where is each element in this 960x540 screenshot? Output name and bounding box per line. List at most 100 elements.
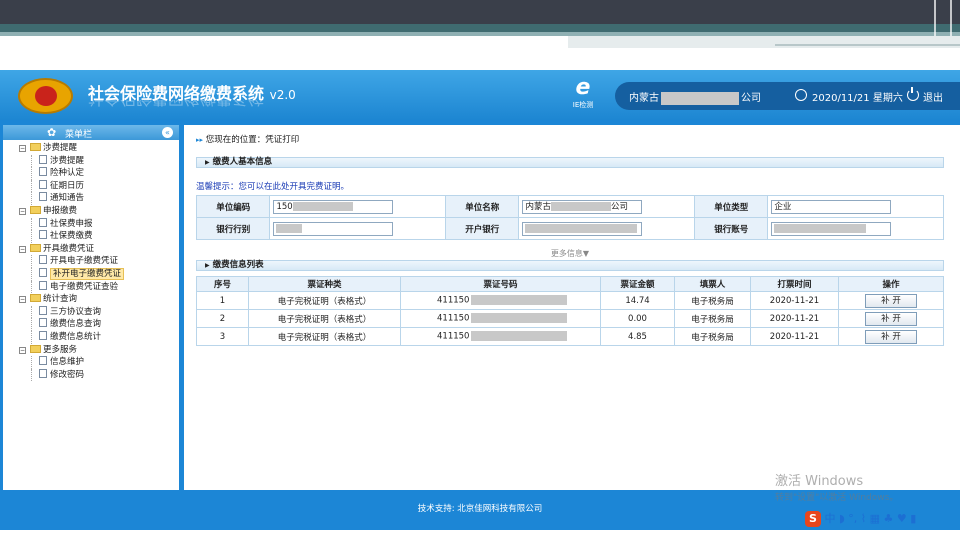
bank-account-field[interactable] [771,221,892,236]
document-icon [39,267,47,277]
menu-item[interactable]: 信息维护 [3,356,179,369]
collapse-toggle-icon[interactable]: − [19,245,26,253]
document-icon [39,167,47,177]
column-header: 操作 [838,276,944,292]
column-header: 票证种类 [248,276,401,292]
collapse-toggle-icon[interactable]: − [19,145,26,152]
sogou-ime-icon[interactable]: S [805,511,821,527]
company-name: 内蒙古 公司 [629,89,761,105]
breadcrumb: ▸▸ 您现在的位置：凭证打印 [196,133,299,145]
menu-item[interactable]: 修改密码 [3,368,179,382]
slide-teal-band [0,24,960,32]
menu-item[interactable]: 社保费缴费 [3,230,179,243]
table-row: 2 电子完税证明（表格式） 411150 0.00 电子税务局 2020-11-… [196,309,944,328]
section-title: 缴费信息列表 [212,260,264,270]
menu-item-selected[interactable]: 补开电子缴费凭证 [3,267,179,281]
ime-toolbar[interactable]: S 中 ◗ °, ⌇ ▦ ♣ ♥ ▮ [805,510,960,528]
column-header: 票证号码 [400,276,601,292]
open-bank-field[interactable] [522,221,643,236]
ie-check-button[interactable]: e IE检测 [566,76,600,116]
menu-group-statistics[interactable]: − 统计查询 [3,293,179,306]
collapse-sidebar-button[interactable]: « [162,127,173,138]
menu-group-fee-reminder[interactable]: − 涉费提醒 [3,142,179,155]
reissue-button[interactable]: 补 开 [865,311,917,326]
menu-item-label: 开具电子缴费凭证 [50,256,119,267]
folder-icon [30,294,41,303]
row-seq: 3 [196,327,249,346]
document-icon [39,356,47,366]
menu-item[interactable]: 社保费申报 [3,217,179,231]
menu-item[interactable]: 涉费提醒 [3,154,179,168]
unit-name-field[interactable]: 内蒙古 公司 [522,199,643,214]
row-action-cell: 补 开 [838,309,944,328]
menu-item[interactable]: 三方协议查询 [3,305,179,319]
logout-link[interactable]: 退出 [923,89,943,104]
payment-list-table: 序号 票证种类 票证号码 票证金额 填票人 打票时间 操作 1 电子完税证明（表 [196,276,944,346]
menu-item[interactable]: 缴费信息查询 [3,318,179,331]
sidebar-title: 菜单栏 [65,130,93,140]
triangle-icon: ▶ [205,159,210,166]
menu-item[interactable]: 通知通告 [3,192,179,205]
collapse-toggle-icon[interactable]: − [19,296,26,304]
row-action-cell: 补 开 [838,291,944,310]
document-icon [39,217,47,227]
collapse-toggle-icon[interactable]: − [19,207,26,215]
menu-item-label: 险种认定 [50,168,85,179]
row-seq: 1 [196,291,249,310]
menu-group-label: 申报缴费 [43,205,78,216]
reissue-button[interactable]: 补 开 [865,293,917,308]
sidebar: ✿ 菜单栏 « − 涉费提醒 涉费提醒 险种认定 征期日历 通知通告 − 申报缴费 … [3,125,179,490]
menu-item-label: 缴费信息统计 [50,331,102,342]
document-icon [39,255,47,265]
document-icon [39,179,47,189]
menu-item-label: 电子缴费凭证查验 [50,281,119,292]
column-header: 填票人 [674,276,751,292]
document-icon [39,330,47,340]
menu-tree: − 涉费提醒 涉费提醒 险种认定 征期日历 通知通告 − 申报缴费 社保费申报 社保… [3,140,179,382]
menu-group-more-services[interactable]: − 更多服务 [3,344,179,357]
column-header: 序号 [196,276,249,292]
more-info-toggle[interactable]: 更多信息▼ [196,248,944,259]
table-row: 1 电子完税证明（表格式） 411150 14.74 电子税务局 2020-11… [196,291,944,310]
menu-item[interactable]: 征期日历 [3,179,179,193]
redaction-mask [774,223,867,233]
folder-icon [30,344,41,353]
power-icon[interactable] [907,87,919,101]
watermark-line-1: 激活 Windows [775,474,864,489]
unit-code-label: 单位编码 [195,195,271,218]
bank-branch-field[interactable] [273,221,394,236]
unit-type-label: 单位类型 [693,195,769,218]
section-header-payment-list: ▶ 缴费信息列表 [196,260,944,271]
menu-item[interactable]: 险种认定 [3,167,179,180]
menu-item[interactable]: 电子缴费凭证查验 [3,280,179,294]
row-number: 411150 [400,291,601,310]
company-prefix: 内蒙古 [629,93,659,104]
unit-name-suffix: 公司 [610,201,628,212]
slide-corner-decoration [934,0,952,36]
company-suffix: 公司 [741,93,761,104]
menu-group-voucher[interactable]: − 开具缴费凭证 [3,243,179,256]
unit-name-label: 单位名称 [444,195,520,218]
gear-icon: ✿ [47,126,57,139]
open-bank-label: 开户银行 [444,217,520,240]
clock-icon [795,89,807,101]
menu-item[interactable]: 开具电子缴费凭证 [3,255,179,268]
row-number: 411150 [400,327,601,346]
redaction-mask [292,201,353,211]
collapse-toggle-icon[interactable]: − [19,346,26,354]
reissue-button[interactable]: 补 开 [865,329,917,344]
slide-divider-line [775,44,960,46]
ime-tray-icons[interactable]: 中 ◗ °, ⌇ ▦ ♣ ♥ ▮ [825,512,917,525]
unit-type-field[interactable]: 企业 [771,199,892,214]
row-number-prefix: 411150 [437,313,470,324]
main-content: ▸▸ 您现在的位置：凭证打印 ▶ 缴费人基本信息 温馨提示：您可以在此处开具完费证… [184,125,960,490]
unit-code-field[interactable]: 150 [273,199,394,214]
app-header: 社会保险费网络缴费系统 v2.0 社会保险费网络缴费系统 e IE检测 内蒙古公… [0,70,960,120]
menu-item-label: 征期日历 [50,180,85,191]
menu-item[interactable]: 缴费信息统计 [3,330,179,344]
row-type: 电子完税证明（表格式） [248,291,401,310]
menu-group-declaration[interactable]: − 申报缴费 [3,205,179,218]
document-icon [39,230,47,240]
app-version: v2.0 [269,88,296,102]
menu-item-label: 缴费信息查询 [50,319,102,330]
